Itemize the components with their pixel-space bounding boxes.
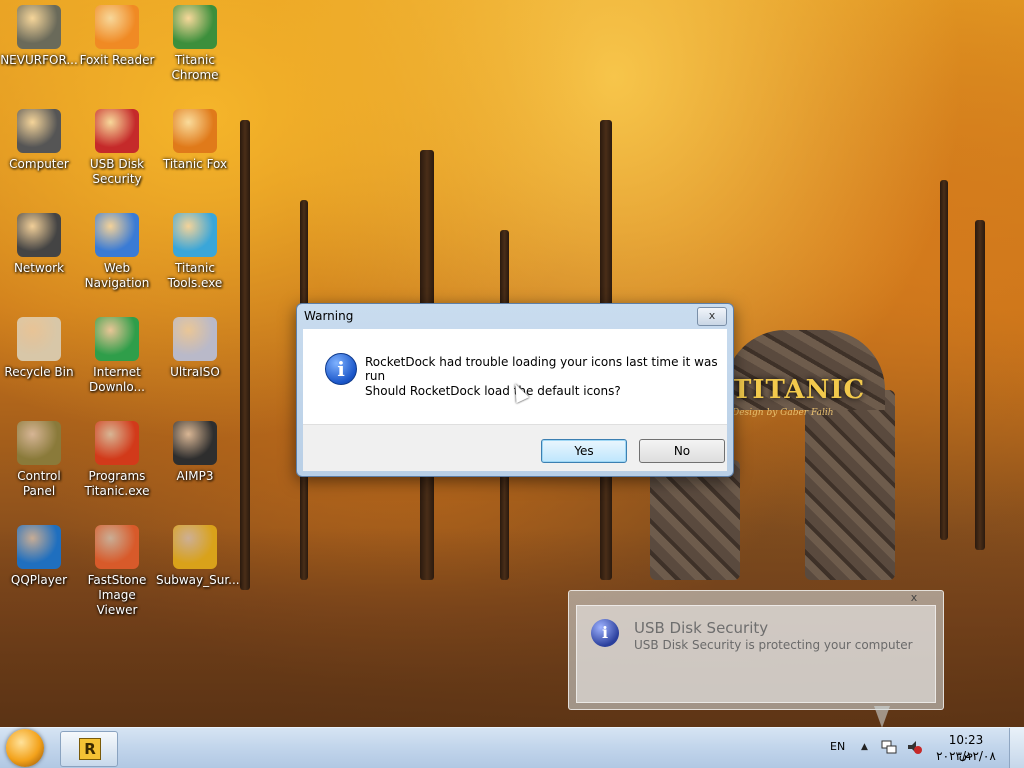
gear-icon [17, 5, 61, 49]
notification-pointer [874, 706, 890, 728]
rocketdock-icon: R [79, 738, 101, 760]
desktop-icon-label: UltraISO [170, 365, 220, 379]
no-button[interactable]: No [639, 439, 725, 463]
usb-security-notification[interactable]: x i USB Disk Security USB Disk Security … [568, 590, 944, 710]
tree-trunk [940, 180, 948, 540]
desktop-icon-label: Titanic Fox [162, 157, 228, 171]
desktop-icon-programs-titanic[interactable]: Programs Titanic.exe [78, 421, 156, 499]
close-icon: x [910, 591, 918, 604]
taskbar-rocketdock-button[interactable]: R [60, 731, 118, 767]
dialog-body: i RocketDock had trouble loading your ic… [303, 329, 727, 424]
notification-title: USB Disk Security [634, 619, 769, 637]
desktop-icon-label: FastStone Image Viewer [87, 573, 147, 617]
dialog-message-line2: Should RocketDock load the default icons… [365, 384, 621, 398]
dialog-message-line1: RocketDock had trouble loading your icon… [365, 355, 718, 383]
recycle-bin-icon [17, 317, 61, 361]
arch-left-pillar [650, 460, 740, 580]
desktop-icon-label: Recycle Bin [4, 365, 74, 379]
desktop-icon-label: Titanic Tools.exe [167, 261, 223, 290]
desktop-icon-subway-surfers[interactable]: Subway_Sur... [156, 525, 240, 588]
desktop-icon-label: Control Panel [17, 469, 61, 498]
eye-icon [95, 525, 139, 569]
desktop-icon-foxit-reader[interactable]: Foxit Reader [78, 5, 156, 68]
desktop-icon-label: QQPlayer [10, 573, 68, 587]
dialog-close-button[interactable]: x [697, 307, 727, 326]
tree-trunk [240, 120, 250, 590]
desktop-icon-label: Foxit Reader [79, 53, 155, 67]
taskbar: R EN ▲ 10:23 ص ٢٠٢٣/١٢/٠٨ [0, 727, 1024, 768]
dialog-title: Warning [304, 309, 354, 323]
start-button[interactable] [6, 729, 44, 767]
desktop-icon-qqplayer[interactable]: QQPlayer [0, 525, 78, 588]
usb-security-icon: i [591, 619, 619, 647]
notification-close-button[interactable]: x [905, 591, 923, 605]
chrome-icon [173, 5, 217, 49]
qqplayer-icon [17, 525, 61, 569]
close-icon: x [708, 309, 716, 322]
download-icon [95, 317, 139, 361]
desktop-icon-faststone[interactable]: FastStone Image Viewer [78, 525, 156, 618]
desktop-icon-label: AIMP3 [176, 469, 214, 483]
desktop-icon-aimp3[interactable]: AIMP3 [156, 421, 234, 484]
notification-text: USB Disk Security is protecting your com… [634, 638, 913, 652]
wallpaper-brand: TITANIC [732, 375, 866, 405]
show-desktop-button[interactable] [1009, 728, 1024, 768]
desktop-icon-network[interactable]: Network [0, 213, 78, 276]
desktop-icon-label: NEVURFOR... [0, 53, 78, 67]
dialog-footer: Yes No [303, 424, 727, 471]
info-icon: i [325, 353, 357, 385]
shield-icon [95, 109, 139, 153]
firefox-icon [173, 109, 217, 153]
desktop-icon-label: Programs Titanic.exe [84, 469, 150, 498]
globe-icon [95, 213, 139, 257]
desktop-icon-web-navigation[interactable]: Web Navigation [78, 213, 156, 291]
disc-icon [173, 317, 217, 361]
desktop-icon-label: USB Disk Security [89, 157, 145, 186]
wallpaper-tagline: Design by Gaber Falih [732, 408, 834, 418]
network-icon [17, 213, 61, 257]
desktop-icon-recycle-bin[interactable]: Recycle Bin [0, 317, 78, 380]
desktop-icon-computer[interactable]: Computer [0, 109, 78, 172]
desktop-icon-label: Internet Downlo... [89, 365, 145, 394]
desktop-icon-nevurfor[interactable]: NEVURFOR... [0, 5, 78, 68]
arch-right-pillar [805, 390, 895, 580]
language-indicator[interactable]: EN [830, 740, 845, 753]
show-hidden-icons-button[interactable]: ▲ [861, 742, 868, 752]
tree-trunk [975, 220, 985, 550]
desktop-icon-titanic-tools[interactable]: Titanic Tools.exe [156, 213, 234, 291]
desktop-icon-internet-download[interactable]: Internet Downlo... [78, 317, 156, 395]
game-icon [173, 525, 217, 569]
fire-icon [95, 421, 139, 465]
desktop-icon-titanic-chrome[interactable]: Titanic Chrome [156, 5, 234, 83]
clock-date[interactable]: ٢٠٢٣/١٢/٠٨ [936, 749, 996, 763]
desktop-icon-label: Computer [9, 157, 69, 171]
desktop-icon-label: Titanic Chrome [171, 53, 219, 82]
tools-icon [173, 213, 217, 257]
desktop-icon-control-panel[interactable]: Control Panel [0, 421, 78, 499]
desktop-icon-label: Network [13, 261, 65, 275]
desktop-icon-usb-disk-security[interactable]: USB Disk Security [78, 109, 156, 187]
network-tray-icon[interactable] [881, 739, 897, 755]
control-panel-icon [17, 421, 61, 465]
yes-button[interactable]: Yes [541, 439, 627, 463]
desktop-icon-ultraiso[interactable]: UltraISO [156, 317, 234, 380]
desktop-icon-label: Web Navigation [84, 261, 150, 290]
computer-icon [17, 109, 61, 153]
desktop-icon-label: Subway_Sur... [156, 573, 240, 587]
aimp-icon [173, 421, 217, 465]
speaker-tray-icon[interactable] [906, 739, 922, 755]
pdf-icon [95, 5, 139, 49]
desktop-icon-titanic-fox[interactable]: Titanic Fox [156, 109, 234, 172]
